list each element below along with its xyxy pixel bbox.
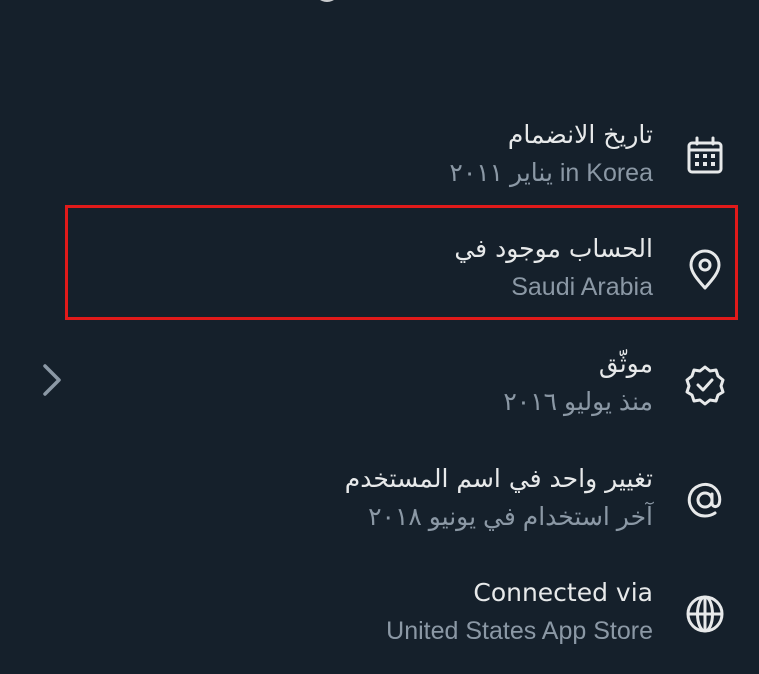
info-row-title: موثّق — [598, 349, 653, 378]
at-sign-icon — [683, 478, 727, 522]
info-row-text: تاريخ الانضمام in Korea يناير ٢٠١١ — [93, 116, 653, 192]
info-row-subtitle: منذ يوليو ٢٠١٦ — [503, 388, 653, 416]
clipped-top-element — [314, 0, 340, 2]
calendar-icon — [683, 134, 727, 178]
verified-badge-icon — [683, 363, 727, 407]
info-row-username: تغيير واحد في اسم المستخدم آخر استخدام ف… — [0, 450, 759, 550]
info-row-joined: تاريخ الانضمام in Korea يناير ٢٠١١ — [0, 106, 759, 206]
info-row-title: Connected via — [473, 578, 653, 607]
info-row-connected: Connected via United States App Store — [0, 564, 759, 664]
info-row-text: Connected via United States App Store — [93, 574, 653, 650]
info-row-title: تغيير واحد في اسم المستخدم — [344, 464, 653, 493]
info-row-text: موثّق منذ يوليو ٢٠١٦ — [93, 345, 653, 421]
info-row-title: تاريخ الانضمام — [507, 120, 653, 149]
highlight-box — [65, 205, 738, 320]
info-row-subtitle: in Korea يناير ٢٠١١ — [449, 159, 653, 187]
info-row-text: تغيير واحد في اسم المستخدم آخر استخدام ف… — [93, 460, 653, 536]
info-row-subtitle: آخر استخدام في يونيو ٢٠١٨ — [368, 503, 653, 531]
info-row-verified[interactable]: موثّق منذ يوليو ٢٠١٦ — [0, 335, 759, 435]
info-row-subtitle: United States App Store — [386, 617, 653, 645]
globe-icon — [683, 592, 727, 636]
chevron-left-icon[interactable] — [36, 358, 68, 402]
account-info-screen: تاريخ الانضمام in Korea يناير ٢٠١١ الحسا… — [0, 0, 759, 674]
